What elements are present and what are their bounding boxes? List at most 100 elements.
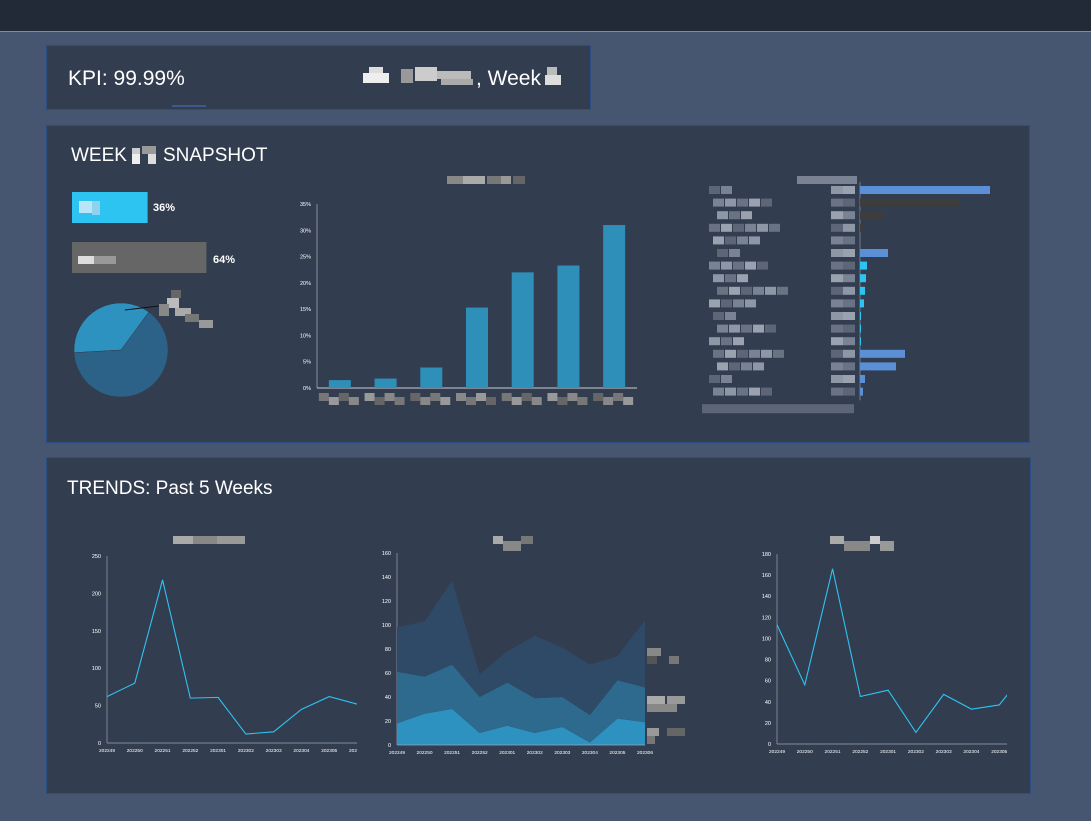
x-tick-label: 202305 bbox=[991, 749, 1007, 755]
redacted-pixels bbox=[843, 186, 855, 194]
redacted-pixels bbox=[831, 198, 843, 207]
redacted-pixels bbox=[721, 223, 732, 232]
x-tick-label: 202302 bbox=[908, 749, 924, 755]
redacted-pixels bbox=[749, 198, 760, 207]
redacted-pixels bbox=[567, 393, 578, 401]
y-tick-label: 120 bbox=[762, 615, 771, 621]
redacted-pixels bbox=[831, 387, 843, 396]
redacted-pixels bbox=[831, 223, 843, 232]
redacted-pixels bbox=[501, 393, 512, 401]
redacted-pixels bbox=[92, 201, 100, 215]
kpi-underline bbox=[172, 105, 206, 107]
redacted-pixels bbox=[456, 393, 466, 401]
kpi-value: KPI: 99.99% bbox=[68, 67, 185, 90]
y-tick-label: 10% bbox=[300, 333, 311, 339]
redacted-pixels bbox=[531, 397, 542, 405]
y-tick-label: 250 bbox=[92, 554, 101, 560]
x-tick-label: 202301 bbox=[210, 748, 226, 754]
redacted-pixels bbox=[318, 393, 329, 401]
redacted-pixels bbox=[486, 397, 496, 405]
redacted-pixels bbox=[843, 198, 855, 207]
y-tick-label: 20% bbox=[300, 281, 311, 287]
y-tick-label: 0 bbox=[388, 743, 391, 749]
redacted-pixels bbox=[843, 236, 855, 245]
ranked-bar bbox=[860, 387, 863, 396]
y-tick-label: 100 bbox=[382, 623, 391, 629]
snapshot-panel: WEEK SNAPSHOT 36% 64% 0% 5% 10% 15% 20% 25% 30… bbox=[46, 125, 1030, 443]
y-tick-label: 20 bbox=[765, 721, 771, 727]
y-tick-label: 140 bbox=[382, 575, 391, 581]
x-tick-label: 202301 bbox=[880, 749, 896, 755]
redacted-pixels bbox=[745, 223, 756, 232]
redacted-pixels bbox=[733, 299, 744, 308]
redacted-pixels bbox=[749, 349, 760, 358]
trends-panel: TRENDS: Past 5 Weeks 0 50 100 150 200 250 2022… bbox=[46, 457, 1031, 794]
x-tick-label: 202249 bbox=[769, 749, 785, 755]
weekly-bar bbox=[374, 378, 397, 388]
x-tick-label: 202301 bbox=[499, 750, 515, 756]
trends-title: TRENDS: Past 5 Weeks bbox=[67, 478, 273, 499]
x-tick-label: 202251 bbox=[444, 750, 460, 756]
redacted-pixels bbox=[717, 249, 728, 257]
x-tick-label: 202304 bbox=[582, 750, 598, 756]
ranked-bar bbox=[860, 362, 896, 371]
weekly-bar bbox=[420, 367, 443, 388]
redacted-pixels bbox=[831, 299, 843, 308]
x-tick-label: 202252 bbox=[852, 749, 868, 755]
x-tick-label: 202304 bbox=[963, 749, 979, 755]
redacted-pixels bbox=[557, 397, 568, 405]
y-tick-label: 20 bbox=[385, 719, 391, 725]
redacted-pixels bbox=[831, 349, 843, 358]
redacted-pixels bbox=[430, 393, 441, 401]
redacted-pixels bbox=[577, 397, 588, 405]
redacted-pixels bbox=[717, 211, 728, 220]
redacted-pixels bbox=[544, 67, 561, 85]
redacted-pixels bbox=[713, 387, 724, 396]
y-tick-label: 0% bbox=[303, 386, 311, 392]
redacted-pixels bbox=[78, 256, 94, 264]
y-tick-label: 30% bbox=[300, 228, 311, 234]
snapshot-title-prefix: WEEK bbox=[71, 145, 127, 166]
x-tick-label: 202306 bbox=[349, 748, 357, 754]
redacted-pixels bbox=[159, 290, 213, 328]
redacted-pixels bbox=[831, 286, 843, 295]
redacted-pixels bbox=[831, 236, 843, 245]
redacted-pixels bbox=[717, 362, 728, 371]
redacted-pixels bbox=[843, 299, 855, 308]
redacted-pixels bbox=[721, 337, 732, 346]
redacted-pixels bbox=[843, 274, 855, 283]
redacted-pixels bbox=[729, 249, 740, 257]
redacted-pixels bbox=[338, 393, 349, 401]
trend-line-1-chart: 0 50 100 150 200 250 202249 202250 202251 202252 2… bbox=[92, 536, 357, 754]
weekly-bar bbox=[328, 380, 351, 388]
redacted-pixels bbox=[702, 404, 854, 414]
redacted-pixels bbox=[765, 324, 776, 333]
kpi-panel: KPI: 99.99% , Week bbox=[46, 45, 591, 110]
redacted-pixels bbox=[420, 397, 431, 405]
redacted-pixels bbox=[831, 261, 843, 270]
redacted-pixels bbox=[761, 198, 772, 207]
y-tick-label: 40 bbox=[385, 695, 391, 701]
redacted-pixels bbox=[709, 223, 720, 232]
redacted-pixels bbox=[328, 397, 339, 405]
redacted-pixels bbox=[729, 211, 740, 220]
x-tick-label: 202306 bbox=[637, 750, 653, 756]
y-tick-label: 60 bbox=[765, 679, 771, 685]
redacted-pixels bbox=[131, 146, 156, 164]
redacted-pixels bbox=[709, 299, 720, 308]
y-tick-label: 15% bbox=[300, 307, 311, 313]
redacted-pixels bbox=[831, 211, 843, 220]
kpi-week-label: , Week bbox=[476, 67, 541, 90]
x-tick-label: 202251 bbox=[825, 749, 841, 755]
ranked-bar bbox=[860, 349, 905, 358]
redacted-pixels bbox=[737, 387, 748, 396]
redacted-pixels bbox=[831, 324, 843, 333]
redacted-pixels bbox=[843, 349, 855, 358]
x-tick-label: 202249 bbox=[99, 748, 115, 754]
redacted-pixels bbox=[753, 324, 764, 333]
x-tick-label: 202302 bbox=[527, 750, 543, 756]
x-tick-label: 202305 bbox=[609, 750, 625, 756]
redacted-pixels bbox=[843, 261, 855, 270]
redacted-pixels bbox=[741, 362, 752, 371]
redacted-pixels bbox=[713, 312, 724, 320]
